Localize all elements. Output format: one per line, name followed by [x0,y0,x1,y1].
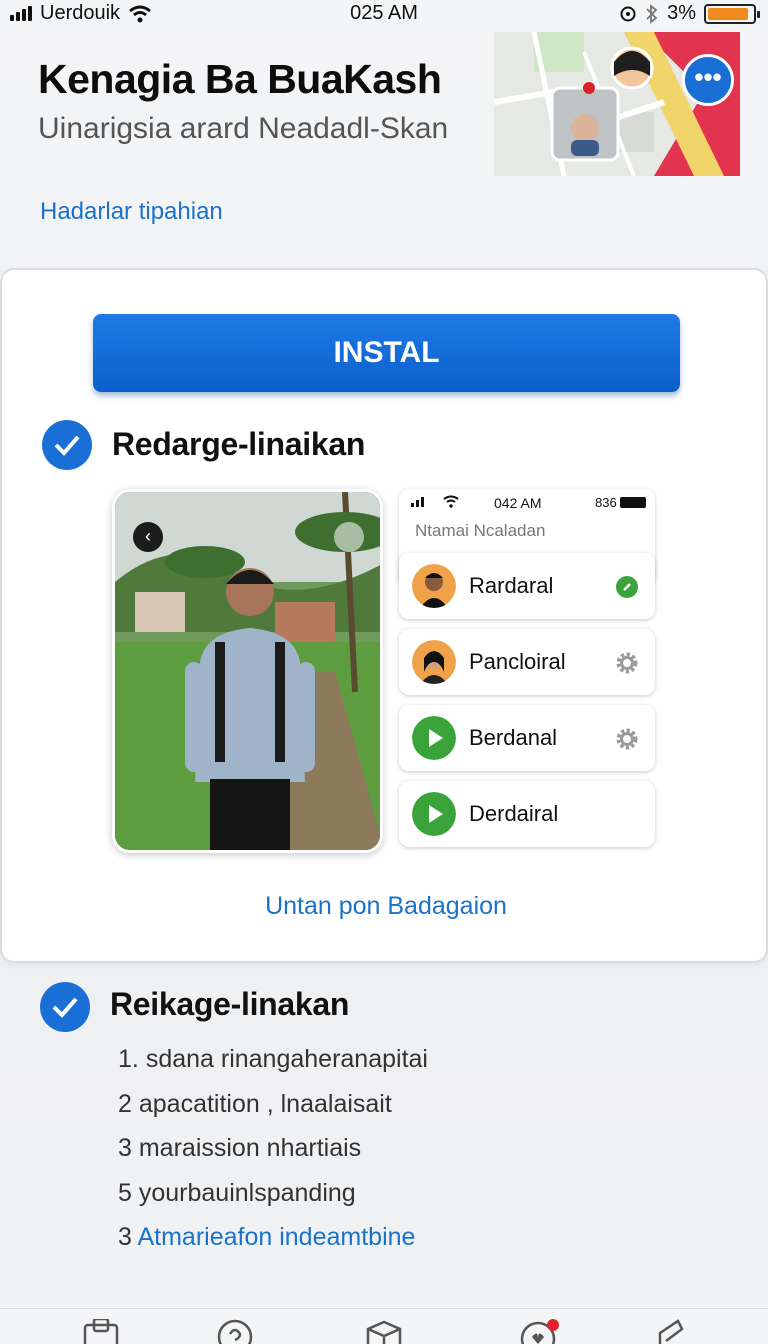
app-title: Kenagia Ba BuaKash [38,56,442,102]
tab-favorites-icon[interactable] [519,1319,559,1344]
tab-help-icon[interactable] [216,1319,254,1344]
step-item: 1. sdana rinangaheranapitai [118,1044,428,1089]
list-item-label: Derdairal [469,801,559,826]
step-number: 1. [118,1045,139,1073]
check-circle-icon [40,982,90,1032]
step-number: 2 [118,1089,132,1118]
alarm-icon [620,6,636,21]
install-card: INSTAL Redarge-linaikan ‹ 042 AM 836 Nta… [0,268,768,963]
play-icon [412,716,456,760]
mini-battery-label: 836 [595,495,617,510]
step-item: 3 maraission nhartiais [118,1133,428,1178]
more-button[interactable]: ••• [682,54,734,106]
list-item-label: Berdanal [469,725,558,750]
mini-battery-icon [619,497,646,508]
timer-icon[interactable] [334,522,364,552]
mini-signal-icon [411,497,424,507]
list-item[interactable]: Berdanal [399,705,655,771]
install-button[interactable]: INSTAL [93,314,680,392]
check-circle-icon [42,420,92,470]
step-link-text[interactable]: Atmarieafon indeamtbine [137,1223,415,1251]
mini-battery: 836 [595,495,646,510]
preview-photo: ‹ [112,489,383,853]
step-number: 3 [118,1134,132,1162]
list-item-label: Pancloiral [469,649,566,674]
section-title: Redarge-linaikan [112,426,366,462]
step-item: 5 yourbauinlspanding [118,1178,428,1223]
list-item-label: Rardaral [469,573,554,598]
map-thumbnail[interactable]: ••• [494,32,740,176]
green-dot-icon [615,575,639,604]
step-item-link[interactable]: 3 Atmarieafon indeamtbine [118,1222,428,1267]
avatar [412,564,456,608]
status-bar: Uerdouik 025 AM 3% [0,0,768,26]
tab-share-icon[interactable] [656,1319,686,1344]
step-text: maraission nhartiais [138,1134,362,1162]
step-text: apacatition , lnaalaisait [138,1089,392,1118]
tab-bar [0,1308,768,1344]
section2-title: Reikage-linakan [110,986,350,1022]
step-text: yourbauinlspanding [138,1178,356,1207]
gear-icon[interactable] [615,727,639,756]
battery-icon [704,3,760,24]
mini-time: 042 AM [494,495,542,511]
list-item[interactable]: Rardaral [399,553,655,619]
step-text: sdana rinangaheranapitai [145,1045,428,1073]
steps-list: 1. sdana rinangaheranapitai 2 apacatitio… [118,1044,428,1267]
tab-box-icon[interactable] [365,1319,403,1344]
back-icon[interactable]: ‹ [133,522,163,552]
details-link[interactable]: Hadarlar tipahian [40,198,223,226]
list-item[interactable]: Pancloiral [399,629,655,695]
app-subtitle: Uinarigsia arard Neadadl-Skan [38,112,449,145]
step-number: 5 [118,1178,132,1207]
step-item: 2 apacatition , lnaalaisait [118,1089,428,1134]
list-item[interactable]: Derdairal [399,781,655,847]
mini-wifi-icon [443,495,459,508]
list-header: Ntamai Ncaladan [415,521,546,540]
step-number: 3 [118,1223,132,1251]
battery-percent: 3% [667,2,696,24]
avatar [412,640,456,684]
play-icon [412,792,456,836]
gear-icon[interactable] [615,651,639,680]
tab-home-icon[interactable] [82,1317,120,1344]
card-link[interactable]: Untan pon Badagaion [2,892,768,921]
bluetooth-icon [646,3,658,24]
